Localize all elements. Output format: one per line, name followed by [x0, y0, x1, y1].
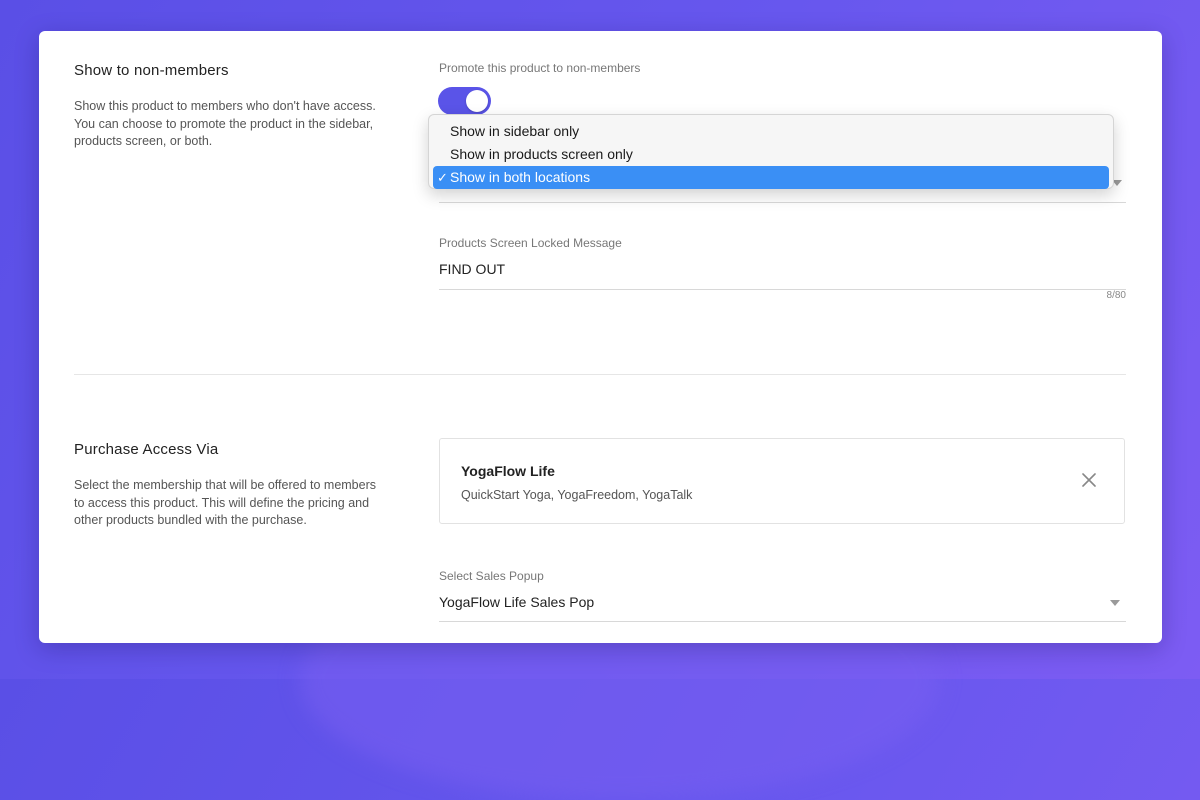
locked-message-label: Products Screen Locked Message: [439, 236, 622, 250]
selected-membership-card[interactable]: YogaFlow Life QuickStart Yoga, YogaFreed…: [439, 438, 1125, 524]
section-title-show-to-non-members: Show to non-members: [74, 62, 229, 79]
locked-message-char-counter: 8/80: [1106, 290, 1126, 301]
dropdown-option-both-locations[interactable]: ✓ Show in both locations: [433, 166, 1109, 189]
section-title-purchase-access: Purchase Access Via: [74, 441, 219, 458]
dropdown-option-sidebar-only[interactable]: Show in sidebar only: [433, 120, 1109, 143]
option-label: Show in sidebar only: [450, 123, 580, 139]
sales-popup-select[interactable]: YogaFlow Life Sales Pop: [439, 594, 594, 610]
promote-toggle[interactable]: [438, 87, 491, 115]
settings-card: Show to non-members Show this product to…: [39, 31, 1162, 643]
locked-message-input[interactable]: FIND OUT: [439, 261, 505, 277]
membership-bundled-products: QuickStart Yoga, YogaFreedom, YogaTalk: [461, 488, 693, 502]
close-icon: [1082, 473, 1096, 487]
option-label: Show in products screen only: [450, 146, 633, 162]
option-label: Show in both locations: [450, 169, 591, 185]
check-icon: ✓: [437, 170, 448, 185]
section-description-show-to-non-members: Show this product to members who don't h…: [74, 99, 376, 148]
promote-toggle-label: Promote this product to non-members: [439, 61, 641, 75]
location-select-underline: [439, 202, 1126, 203]
section-description-purchase-access: Select the membership that will be offer…: [74, 478, 376, 527]
sales-popup-chevron-down-icon[interactable]: [1110, 600, 1120, 606]
locked-message-underline: [439, 289, 1126, 290]
membership-name: YogaFlow Life: [461, 463, 555, 479]
sales-popup-underline: [439, 621, 1126, 622]
remove-membership-button[interactable]: [1080, 471, 1098, 489]
location-dropdown-menu[interactable]: Show in sidebar only Show in products sc…: [428, 114, 1114, 189]
dropdown-option-products-screen-only[interactable]: Show in products screen only: [433, 143, 1109, 166]
toggle-knob: [466, 90, 488, 112]
section-divider: [74, 374, 1126, 375]
sales-popup-label: Select Sales Popup: [439, 569, 544, 583]
